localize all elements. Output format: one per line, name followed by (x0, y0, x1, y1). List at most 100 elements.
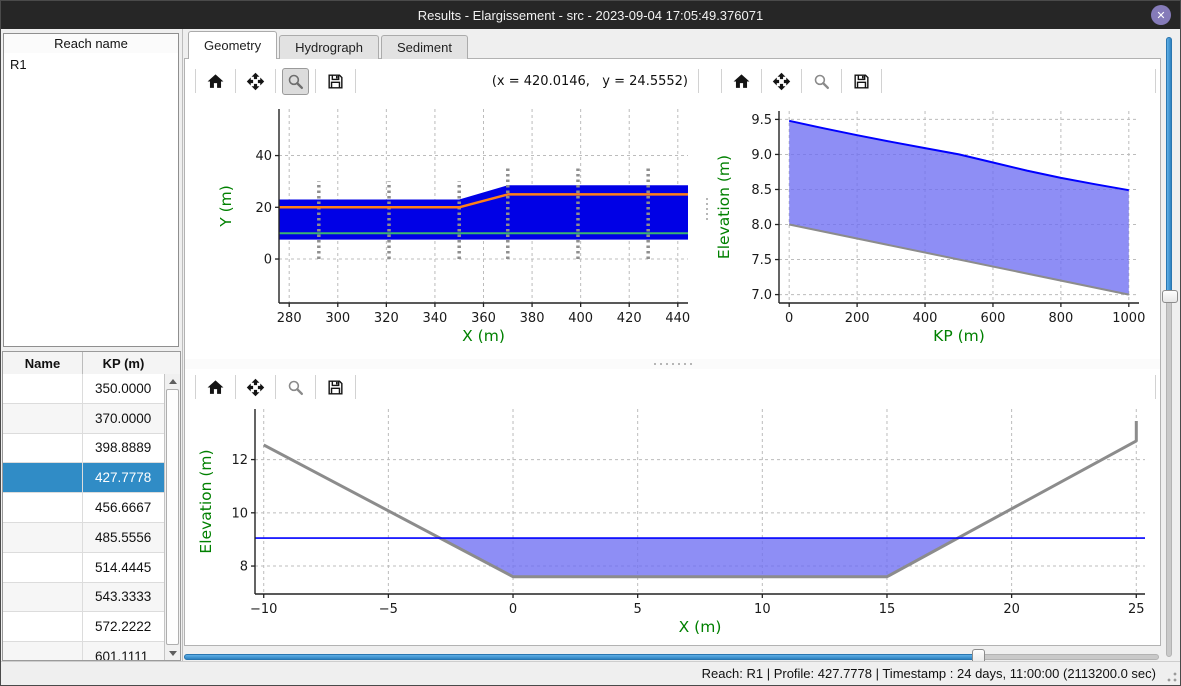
zoom-button[interactable] (282, 374, 309, 401)
pan-button[interactable] (768, 68, 795, 95)
table-row[interactable]: 485.5556 (3, 523, 164, 553)
resize-grip-icon[interactable] (1166, 671, 1178, 683)
svg-text:9.5: 9.5 (751, 113, 772, 128)
profile-slider-fill (1166, 37, 1172, 297)
svg-text:25: 25 (1128, 602, 1145, 617)
profile-table: Name KP (m) 350.0000370.0000398.8889427.… (2, 351, 181, 661)
vertical-splitter[interactable] (703, 59, 711, 359)
magnifier-icon (286, 72, 305, 91)
save-icon (326, 72, 345, 91)
table-row[interactable]: 601.1111 (3, 642, 164, 660)
zoom-button[interactable] (282, 68, 309, 95)
svg-text:8: 8 (240, 560, 248, 575)
pan-icon (246, 72, 265, 91)
svg-text:300: 300 (325, 311, 350, 326)
pan-button[interactable] (242, 374, 269, 401)
tab-geometry[interactable]: Geometry (188, 31, 277, 59)
table-scrollbar[interactable] (164, 374, 180, 660)
home-button[interactable] (728, 68, 755, 95)
scroll-down-icon[interactable] (165, 646, 180, 660)
save-button[interactable] (848, 68, 875, 95)
table-row[interactable]: 350.0000 (3, 374, 164, 404)
profile-slider[interactable] (1162, 37, 1178, 657)
svg-text:10: 10 (754, 602, 771, 617)
save-icon (326, 378, 345, 397)
save-icon (852, 72, 871, 91)
home-icon (206, 72, 225, 91)
horizontal-splitter[interactable] (185, 359, 1160, 369)
svg-text:20: 20 (255, 201, 272, 216)
svg-text:0: 0 (509, 602, 517, 617)
main-area: Geometry Hydrograph Sediment (183, 29, 1163, 663)
geometry-tab-content: (x = 420.0146, y = 24.5552) 280 300 320 340… (184, 58, 1161, 646)
svg-text:420: 420 (617, 311, 642, 326)
reach-name-header: Reach name (3, 33, 179, 54)
svg-text:0: 0 (264, 253, 272, 268)
column-header-name[interactable]: Name (3, 352, 83, 374)
svg-text:380: 380 (520, 311, 545, 326)
profile-slider-handle[interactable] (1162, 290, 1178, 303)
svg-text:360: 360 (471, 311, 496, 326)
plan-view-panel: (x = 420.0146, y = 24.5552) 280 300 320 340… (185, 59, 703, 359)
magnifier-icon (286, 378, 305, 397)
svg-text:X (m): X (m) (462, 327, 505, 345)
close-button[interactable]: ✕ (1151, 5, 1171, 25)
svg-text:440: 440 (665, 311, 690, 326)
svg-text:0: 0 (785, 311, 793, 326)
svg-text:15: 15 (879, 602, 896, 617)
status-bar: Reach: R1 | Profile: 427.7778 | Timestam… (1, 661, 1180, 685)
tab-hydrograph[interactable]: Hydrograph (279, 35, 379, 59)
section-toolbar (191, 371, 1160, 403)
pan-button[interactable] (242, 68, 269, 95)
svg-text:20: 20 (1003, 602, 1020, 617)
table-row[interactable]: 456.6667 (3, 493, 164, 523)
svg-text:10: 10 (231, 506, 248, 521)
svg-text:320: 320 (374, 311, 399, 326)
svg-text:8.5: 8.5 (751, 183, 772, 198)
table-row[interactable]: 398.8889 (3, 434, 164, 464)
table-row[interactable]: 427.7778 (3, 463, 164, 493)
scrollbar-thumb[interactable] (166, 389, 179, 645)
svg-text:280: 280 (277, 311, 302, 326)
long-profile-chart[interactable]: 020040060080010007.07.58.08.59.09.5KP (m… (713, 103, 1153, 353)
window-title: Results - Elargissement - src - 2023-09-… (418, 8, 763, 23)
svg-text:X (m): X (m) (679, 618, 722, 636)
save-button[interactable] (322, 374, 349, 401)
pan-icon (246, 378, 265, 397)
app-window: Results - Elargissement - src - 2023-09-… (0, 0, 1181, 686)
svg-text:Y (m): Y (m) (217, 185, 235, 228)
svg-text:200: 200 (845, 311, 870, 326)
svg-text:8.0: 8.0 (751, 218, 772, 233)
list-item[interactable]: R1 (4, 53, 178, 76)
svg-text:1000: 1000 (1112, 311, 1145, 326)
tab-sediment[interactable]: Sediment (381, 35, 468, 59)
table-row[interactable]: 514.4445 (3, 553, 164, 583)
svg-text:Elevation (m): Elevation (m) (197, 449, 215, 553)
svg-text:7.0: 7.0 (751, 288, 772, 303)
table-row[interactable]: 572.2222 (3, 612, 164, 642)
zoom-button[interactable] (808, 68, 835, 95)
plan-view-chart[interactable]: 28030032034036038040042044002040X (m)Y (… (193, 103, 698, 353)
cursor-coordinates: (x = 420.0146, y = 24.5552) (492, 74, 688, 89)
scroll-up-icon[interactable] (165, 374, 180, 388)
tab-bar: Geometry Hydrograph Sediment (188, 31, 470, 59)
svg-text:Elevation (m): Elevation (m) (715, 155, 733, 259)
svg-text:400: 400 (913, 311, 938, 326)
column-header-kp[interactable]: KP (m) (83, 352, 164, 374)
home-button[interactable] (202, 68, 229, 95)
svg-text:KP (m): KP (m) (933, 327, 985, 345)
svg-text:9.0: 9.0 (751, 148, 772, 163)
long-profile-panel: 020040060080010007.07.58.08.59.09.5KP (m… (711, 59, 1160, 359)
sidebar: Reach name R1 Name KP (m) 350.0000370.00… (1, 29, 183, 661)
kp-table-body: 350.0000370.0000398.8889427.7778456.6667… (3, 374, 164, 660)
cross-section-chart[interactable]: −10−5051015202581012X (m)Elevation (m) (191, 403, 1157, 638)
svg-text:400: 400 (568, 311, 593, 326)
table-row[interactable]: 543.3333 (3, 583, 164, 613)
table-row[interactable]: 370.0000 (3, 404, 164, 434)
svg-text:340: 340 (423, 311, 448, 326)
save-button[interactable] (322, 68, 349, 95)
titlebar: Results - Elargissement - src - 2023-09-… (1, 1, 1180, 29)
reach-list[interactable]: R1 (3, 53, 179, 347)
home-button[interactable] (202, 374, 229, 401)
time-slider-fill (184, 654, 979, 660)
